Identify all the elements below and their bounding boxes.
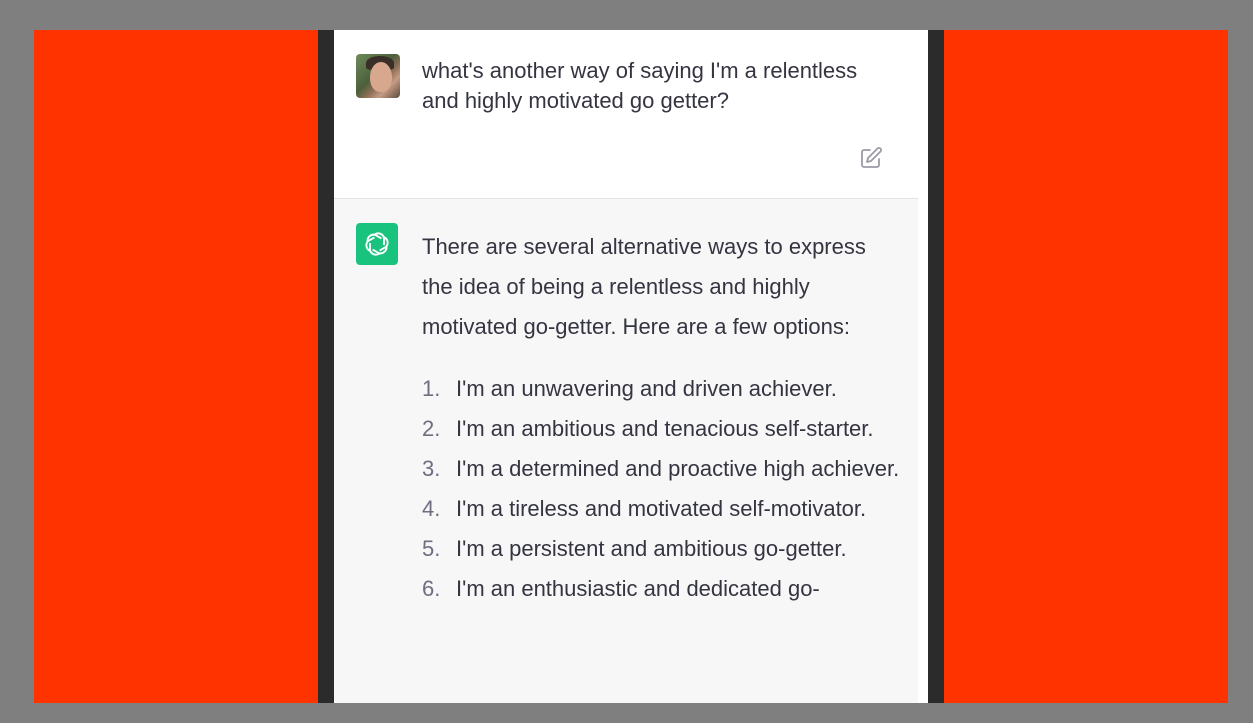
user-message: what's another way of saying I'm a relen… bbox=[334, 30, 918, 199]
list-item-number: 1. bbox=[422, 376, 441, 401]
assistant-message: There are several alternative ways to ex… bbox=[334, 199, 918, 703]
list-item: 4. I'm a tireless and motivated self-mot… bbox=[422, 489, 902, 529]
avatar bbox=[356, 54, 400, 98]
chat-conversation: what's another way of saying I'm a relen… bbox=[334, 30, 918, 703]
right-side-panel bbox=[944, 30, 1228, 703]
list-item-text: I'm a tireless and motivated self-motiva… bbox=[456, 496, 867, 521]
list-item: 5. I'm a persistent and ambitious go-get… bbox=[422, 529, 902, 569]
list-item-text: I'm a persistent and ambitious go-getter… bbox=[456, 536, 847, 561]
list-item-text: I'm an enthusiastic and dedicated go- bbox=[456, 576, 820, 601]
list-item: 3. I'm a determined and proactive high a… bbox=[422, 449, 902, 489]
list-item-number: 2. bbox=[422, 416, 441, 441]
user-message-text: what's another way of saying I'm a relen… bbox=[422, 58, 858, 113]
list-item: 6. I'm an enthusiastic and dedicated go- bbox=[422, 569, 902, 609]
assistant-intro: There are several alternative ways to ex… bbox=[422, 234, 866, 339]
left-dark-border bbox=[318, 30, 334, 703]
list-item-number: 6. bbox=[422, 576, 441, 601]
list-item-text: I'm an ambitious and tenacious self-star… bbox=[456, 416, 874, 441]
right-dark-border bbox=[928, 30, 944, 703]
left-side-panel bbox=[34, 30, 318, 703]
list-item-number: 4. bbox=[422, 496, 441, 521]
list-item: 1. I'm an unwavering and driven achiever… bbox=[422, 369, 902, 409]
options-list: 1. I'm an unwavering and driven achiever… bbox=[422, 369, 902, 609]
avatar-face bbox=[370, 62, 392, 92]
list-item-text: I'm an unwavering and driven achiever. bbox=[456, 376, 837, 401]
chat-right-edge bbox=[918, 30, 928, 703]
edit-icon[interactable] bbox=[859, 146, 883, 170]
openai-logo-icon bbox=[356, 223, 398, 265]
list-item: 2. I'm an ambitious and tenacious self-s… bbox=[422, 409, 902, 449]
assistant-message-text: There are several alternative ways to ex… bbox=[422, 227, 902, 609]
list-item-number: 3. bbox=[422, 456, 441, 481]
list-item-number: 5. bbox=[422, 536, 441, 561]
list-item-text: I'm a determined and proactive high achi… bbox=[456, 456, 900, 481]
